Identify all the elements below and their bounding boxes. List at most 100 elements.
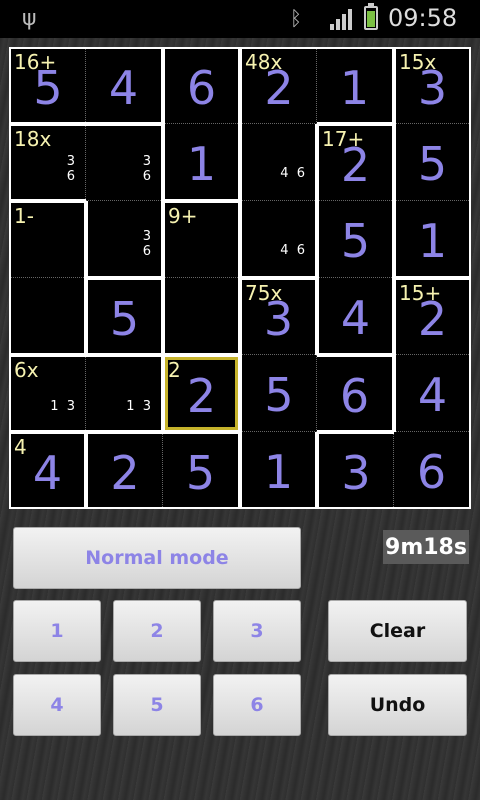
mode-label: Normal mode — [85, 547, 229, 569]
grid-cell-r3-c2[interactable]: 3 6 — [88, 201, 161, 276]
clear-button[interactable]: Clear — [328, 600, 467, 662]
mode-toggle-button[interactable]: Normal mode — [13, 527, 301, 589]
timer-display: 9m18s — [383, 530, 469, 564]
pencil-notes: 1 3 — [126, 399, 151, 414]
digit-button-1[interactable]: 1 — [13, 600, 101, 662]
cell-value — [11, 278, 84, 353]
digit-label: 4 — [50, 694, 64, 716]
grid-cell-r3-c4[interactable]: 4 6 — [242, 201, 315, 276]
grid-cell-r4-c3[interactable] — [165, 278, 238, 353]
clear-label: Clear — [369, 620, 426, 642]
cage-clue: 15x — [399, 50, 437, 74]
grid-cell-r4-c6[interactable]: 2 15+ — [396, 280, 469, 355]
grid-cell-r4-c5[interactable]: 4 — [319, 278, 392, 353]
pencil-notes: 3 6 — [66, 154, 75, 184]
digit-label: 3 — [250, 620, 264, 642]
grid-cell-r2-c6[interactable]: 5 — [396, 124, 469, 201]
cell-value: 5 — [185, 445, 216, 500]
usb-icon: ψ — [22, 6, 37, 31]
cell-value: 3 — [341, 445, 371, 500]
cage-clue: 18x — [14, 127, 52, 151]
digit-button-3[interactable]: 3 — [213, 600, 301, 662]
grid-cell-r3-c6[interactable]: 1 — [396, 201, 469, 276]
grid-cell-r1-c5[interactable]: 1 — [317, 49, 392, 122]
cage-clue: 1- — [14, 204, 34, 228]
grid-cell-r5-c6[interactable]: 4 — [396, 355, 469, 432]
grid-cell-r6-c1[interactable]: 44 — [11, 434, 84, 507]
cell-value: 6 — [416, 444, 447, 499]
cell-value: 1 — [417, 213, 448, 268]
status-clock: 09:58 — [388, 4, 458, 32]
undo-button[interactable]: Undo — [328, 674, 467, 736]
grid-cell-r5-c5[interactable]: 6 — [317, 357, 392, 430]
cage-clue: 15+ — [399, 281, 442, 305]
bluetooth-icon: ᛒ — [290, 6, 302, 30]
cell-value: 1 — [186, 136, 217, 191]
cell-value: 4 — [108, 60, 139, 115]
cage-clue: 75x — [245, 281, 283, 305]
grid-cell-r5-c4[interactable]: 5 — [242, 355, 317, 432]
cell-value: 2 — [110, 445, 140, 500]
cell-value — [242, 124, 315, 200]
pencil-notes: 4 6 — [280, 243, 305, 258]
battery-charging-icon — [364, 3, 378, 30]
grid-cell-r4-c1[interactable] — [11, 278, 84, 353]
grid-cell-r3-c1[interactable]: 1- — [11, 203, 84, 278]
grid-cell-r6-c6[interactable]: 6 — [394, 432, 469, 507]
grid-cell-r2-c2[interactable]: 3 6 — [86, 126, 161, 201]
grid-cell-r4-c2[interactable]: 5 — [88, 280, 161, 353]
digit-button-6[interactable]: 6 — [213, 674, 301, 736]
cell-value: 5 — [417, 137, 448, 191]
grid-cell-r6-c2[interactable]: 2 — [88, 434, 163, 507]
grid-cell-r2-c1[interactable]: 18x 3 6 — [11, 126, 86, 199]
digit-label: 6 — [250, 694, 264, 716]
cage-clue: 4 — [14, 435, 27, 459]
grid-cell-r1-c1[interactable]: 5 16+ — [11, 49, 86, 122]
grid-cell-r2-c3[interactable]: 1 — [165, 124, 238, 199]
cell-value: 5 — [264, 368, 294, 422]
grid-cell-r3-c3[interactable]: 9+ — [165, 203, 238, 278]
grid-cell-r5-c1[interactable]: 6x 1 3 — [11, 357, 86, 430]
grid-cell-r5-c2[interactable]: 1 3 — [86, 357, 161, 430]
grid-cell-r6-c5[interactable]: 3 — [319, 434, 394, 507]
undo-label: Undo — [369, 694, 426, 716]
pencil-notes: 3 6 — [142, 229, 151, 259]
grid-cell-r1-c4[interactable]: 2 48x — [242, 49, 317, 124]
puzzle-board: 5 16+ 4 6 2 48x 1 3 15x 18x 3 63 614 6 2 17+ 5 1- 3 6 9+… — [9, 47, 471, 509]
digit-button-2[interactable]: 2 — [113, 600, 201, 662]
cage-clue: 6x — [14, 358, 39, 382]
grid-cell-r4-c4[interactable]: 3 75x — [242, 280, 315, 355]
digit-label: 2 — [150, 620, 164, 642]
grid-cell-r3-c5[interactable]: 5 — [319, 201, 392, 278]
cage-clue: 16+ — [14, 50, 57, 74]
pencil-notes: 4 6 — [280, 166, 305, 181]
signal-icon — [330, 8, 356, 30]
digit-button-5[interactable]: 5 — [113, 674, 201, 736]
grid-cell-r6-c4[interactable]: 1 — [242, 432, 315, 507]
grid-cell-r1-c3[interactable]: 6 — [165, 49, 238, 124]
digit-label: 5 — [150, 694, 164, 716]
cell-value: 6 — [186, 61, 217, 115]
cage-clue: 48x — [245, 50, 283, 74]
digit-label: 1 — [50, 620, 64, 642]
digit-button-4[interactable]: 4 — [13, 674, 101, 736]
grid-cell-r2-c5[interactable]: 2 17+ — [319, 126, 392, 201]
cell-value: 1 — [339, 60, 370, 115]
cell-value: 5 — [109, 291, 140, 346]
grid-cell-r1-c2[interactable]: 4 — [86, 49, 161, 122]
cage-clue: 9+ — [168, 204, 198, 228]
status-bar: ψ ᛒ 09:58 — [0, 0, 480, 38]
cell-value: 5 — [340, 214, 371, 268]
cell-value: 6 — [339, 368, 370, 423]
cell-value — [242, 201, 315, 276]
grid-cell-r2-c4[interactable]: 4 6 — [242, 124, 315, 201]
pencil-notes: 3 6 — [142, 154, 151, 184]
cell-value — [86, 357, 161, 430]
grid-cell-r1-c6[interactable]: 3 15x — [396, 49, 469, 124]
grid-cell-r5-c3[interactable]: 22 — [165, 357, 238, 430]
cage-clue: 17+ — [322, 127, 365, 151]
grid-cell-r6-c3[interactable]: 5 — [163, 434, 238, 507]
cell-value: 1 — [263, 444, 294, 499]
cage-clue: 2 — [168, 358, 181, 382]
pencil-notes: 1 3 — [50, 399, 75, 414]
